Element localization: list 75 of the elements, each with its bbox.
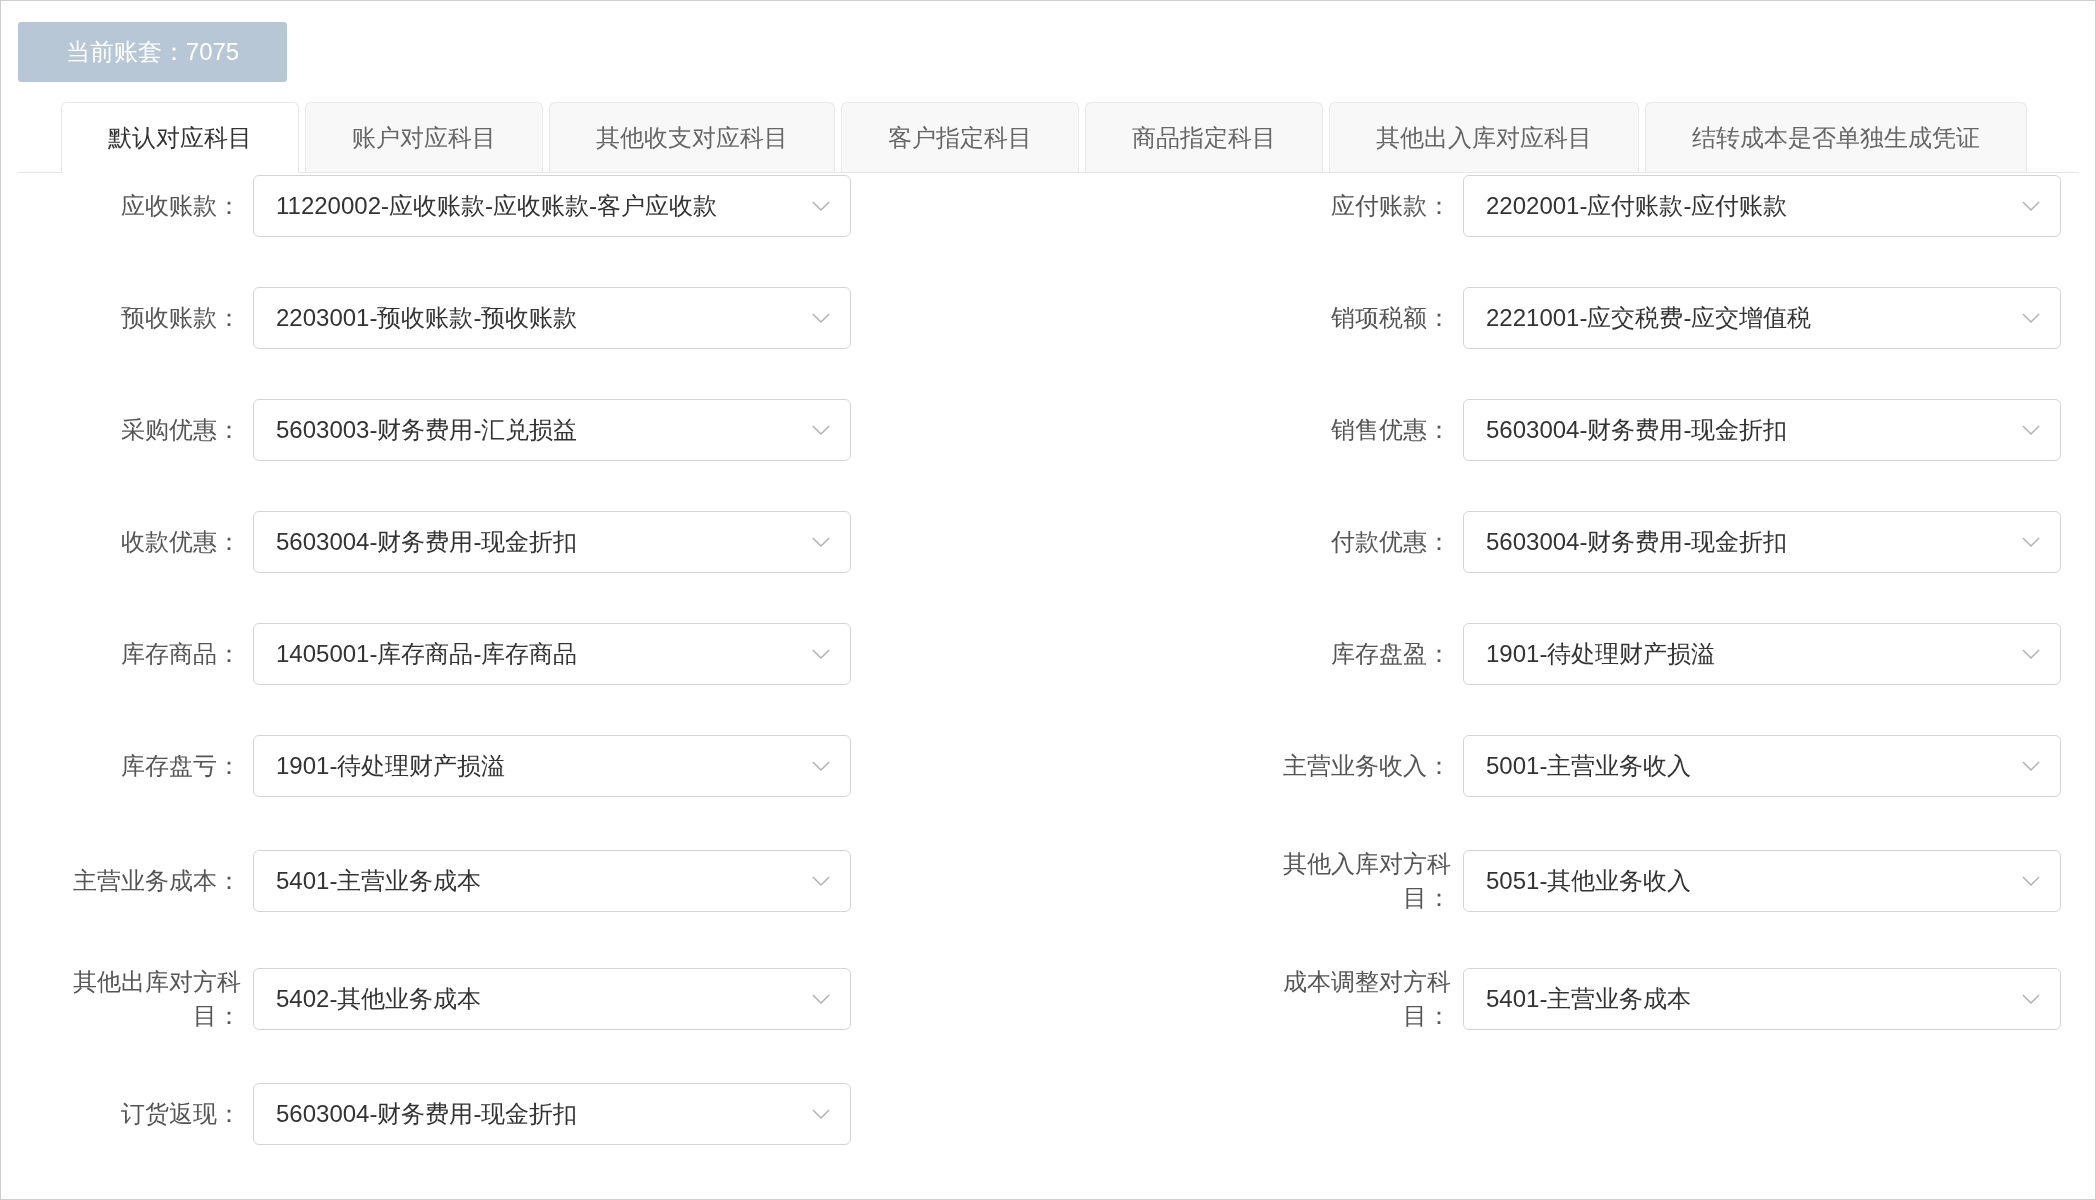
select-field[interactable]: 5603004-财务费用-现金折扣 <box>253 1083 851 1145</box>
select-field[interactable]: 1901-待处理财产损溢 <box>253 735 851 797</box>
chevron-down-icon <box>812 200 830 212</box>
field-label: 销售优惠： <box>1330 415 1451 445</box>
select-value: 5603004-财务费用-现金折扣 <box>276 527 578 557</box>
chevron-down-icon <box>812 536 830 548</box>
field-label: 采购优惠： <box>120 415 241 445</box>
field-label: 应收账款： <box>120 191 241 221</box>
field-label: 其他入库对方科目： <box>1282 849 1451 913</box>
tab[interactable]: 商品指定科目 <box>1085 102 1323 172</box>
select-field[interactable]: 2202001-应付账款-应付账款 <box>1463 175 2061 237</box>
chevron-down-icon <box>2022 536 2040 548</box>
select-value: 5051-其他业务收入 <box>1486 866 1692 896</box>
select-field[interactable]: 5001-主营业务收入 <box>1463 735 2061 797</box>
select-field[interactable]: 5603004-财务费用-现金折扣 <box>1463 399 2061 461</box>
field-label: 其他出库对方科目： <box>72 967 241 1031</box>
chevron-down-icon <box>2022 424 2040 436</box>
select-field[interactable]: 5401-主营业务成本 <box>1463 968 2061 1030</box>
select-value: 5603004-财务费用-现金折扣 <box>1486 415 1788 445</box>
select-value: 5001-主营业务收入 <box>1486 751 1692 781</box>
select-value: 5401-主营业务成本 <box>1486 984 1692 1014</box>
field-label: 应付账款： <box>1330 191 1451 221</box>
chevron-down-icon <box>812 760 830 772</box>
chevron-down-icon <box>2022 200 2040 212</box>
select-field[interactable]: 5603004-财务费用-现金折扣 <box>253 511 851 573</box>
select-value: 1901-待处理财产损溢 <box>1486 639 1716 669</box>
select-value: 5603003-财务费用-汇兑损益 <box>276 415 578 445</box>
select-value: 11220002-应收账款-应收账款-客户应收款 <box>276 191 717 221</box>
select-value: 1901-待处理财产损溢 <box>276 751 506 781</box>
select-field[interactable]: 1901-待处理财产损溢 <box>1463 623 2061 685</box>
field-label: 库存盘盈： <box>1330 639 1451 669</box>
chevron-down-icon <box>2022 648 2040 660</box>
select-field[interactable]: 1405001-库存商品-库存商品 <box>253 623 851 685</box>
chevron-down-icon <box>2022 875 2040 887</box>
select-value: 5401-主营业务成本 <box>276 866 482 896</box>
tab[interactable]: 结转成本是否单独生成凭证 <box>1645 102 2027 172</box>
field-label: 收款优惠： <box>120 527 241 557</box>
field-label: 预收账款： <box>120 303 241 333</box>
select-field[interactable]: 2221001-应交税费-应交增值税 <box>1463 287 2061 349</box>
field-label: 付款优惠： <box>1330 527 1451 557</box>
select-value: 5603004-财务费用-现金折扣 <box>1486 527 1788 557</box>
select-value: 2221001-应交税费-应交增值税 <box>1486 303 1812 333</box>
field-label: 主营业务收入： <box>1282 751 1451 781</box>
field-label: 销项税额： <box>1330 303 1451 333</box>
chevron-down-icon <box>812 648 830 660</box>
select-value: 5402-其他业务成本 <box>276 984 482 1014</box>
tab[interactable]: 默认对应科目 <box>61 102 299 173</box>
select-value: 1405001-库存商品-库存商品 <box>276 639 578 669</box>
chevron-down-icon <box>812 875 830 887</box>
chevron-down-icon <box>812 993 830 1005</box>
select-value: 5603004-财务费用-现金折扣 <box>276 1099 578 1129</box>
select-value: 2202001-应付账款-应付账款 <box>1486 191 1788 221</box>
field-label: 成本调整对方科目： <box>1282 967 1451 1031</box>
chevron-down-icon <box>812 424 830 436</box>
tab[interactable]: 客户指定科目 <box>841 102 1079 172</box>
select-field[interactable]: 5402-其他业务成本 <box>253 968 851 1030</box>
chevron-down-icon <box>2022 312 2040 324</box>
select-field[interactable]: 5401-主营业务成本 <box>253 850 851 912</box>
field-label: 主营业务成本： <box>72 866 241 896</box>
select-field[interactable]: 5603004-财务费用-现金折扣 <box>1463 511 2061 573</box>
select-value: 2203001-预收账款-预收账款 <box>276 303 578 333</box>
chevron-down-icon <box>812 1108 830 1120</box>
tab[interactable]: 账户对应科目 <box>305 102 543 172</box>
select-field[interactable]: 11220002-应收账款-应收账款-客户应收款 <box>253 175 851 237</box>
tab[interactable]: 其他出入库对应科目 <box>1329 102 1639 172</box>
select-field[interactable]: 5603003-财务费用-汇兑损益 <box>253 399 851 461</box>
select-field[interactable]: 2203001-预收账款-预收账款 <box>253 287 851 349</box>
field-label: 库存商品： <box>120 639 241 669</box>
field-label: 库存盘亏： <box>120 751 241 781</box>
chevron-down-icon <box>2022 993 2040 1005</box>
tab[interactable]: 其他收支对应科目 <box>549 102 835 172</box>
chevron-down-icon <box>2022 760 2040 772</box>
select-field[interactable]: 5051-其他业务收入 <box>1463 850 2061 912</box>
chevron-down-icon <box>812 312 830 324</box>
field-label: 订货返现： <box>120 1099 241 1129</box>
